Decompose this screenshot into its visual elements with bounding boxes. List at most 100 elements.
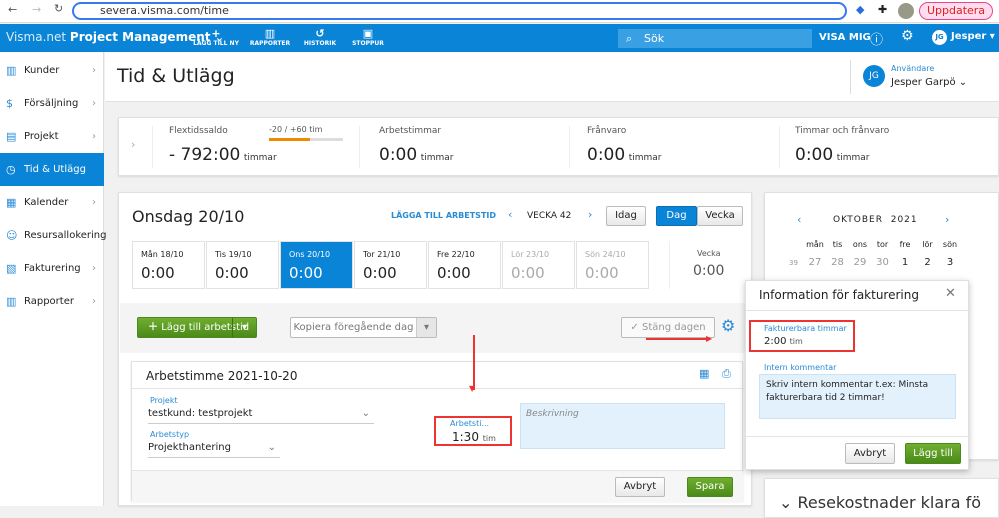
customers-icon: ▥ [6, 64, 17, 77]
day-tile[interactable]: Tis 19/10 0:00 [206, 241, 279, 289]
weekday-label: fre [899, 240, 911, 249]
add-worktime-button[interactable]: ＋ Lägg till arbetstid ▾ [137, 317, 257, 338]
expenses-title: ⌄ Resekostnader klara fö [779, 493, 982, 512]
work-label: Arbetstimmar [379, 126, 442, 136]
day-label: Lör 23/10 [511, 250, 550, 259]
resource-icon: ☺ [6, 229, 18, 242]
day-title: Onsdag 20/10 [132, 207, 245, 226]
sidebar-item-kunder[interactable]: ▥ Kunder › [0, 54, 104, 87]
calendar-day[interactable]: 29 [850, 257, 870, 268]
prev-week-icon[interactable]: ‹ [508, 208, 512, 221]
clock-icon: ◷ [6, 163, 16, 176]
description-input[interactable]: Beskrivning [520, 403, 725, 449]
next-week-icon[interactable]: › [588, 208, 592, 221]
entry-title: Arbetstimme 2021-10-20 [146, 369, 298, 383]
sidebar-item-kalender[interactable]: ▦ Kalender › [0, 186, 104, 219]
invoice-info-icon[interactable]: ⎙ [722, 367, 731, 381]
settings-gear-icon[interactable]: ⚙ [721, 316, 735, 335]
flex-value: - 792:00 [169, 145, 241, 165]
worktype-select[interactable]: Projekthantering ⌄ [148, 442, 280, 458]
show-me-button[interactable]: VISA MIG [819, 32, 871, 43]
calendar-day[interactable]: 1 [895, 257, 915, 268]
reload-icon[interactable]: ↻ [54, 2, 63, 15]
calendar-day[interactable]: 27 [805, 257, 825, 268]
shield-icon[interactable]: ◆ [856, 3, 864, 16]
day-value: 0:00 [363, 264, 397, 282]
add-new-button[interactable]: + LÄGG TILL NY [186, 28, 246, 48]
save-button[interactable]: Spara [687, 477, 733, 497]
sidebar-item-fakturering[interactable]: ▧ Fakturering › [0, 252, 104, 285]
cancel-button[interactable]: Avbryt [615, 477, 665, 497]
close-icon[interactable]: ✕ [945, 286, 956, 301]
billable-hours-input[interactable]: Fakturerbara timmar 2:00 tim [749, 320, 855, 352]
project-icon: ▤ [6, 130, 17, 143]
dropdown-icon[interactable]: ▾ [416, 318, 436, 337]
billing-info-popup: Information för fakturering ✕ Fakturerba… [745, 280, 970, 470]
prev-month-icon[interactable]: ‹ [797, 213, 801, 226]
user-menu[interactable]: Jesper ▾ [951, 31, 995, 42]
dropdown-icon[interactable]: ▾ [232, 318, 256, 337]
next-month-icon[interactable]: › [945, 213, 949, 226]
week-total-value: 0:00 [693, 263, 725, 279]
week-label: VECKA 42 [527, 211, 572, 221]
calendar-day[interactable]: 2 [918, 257, 938, 268]
avatar[interactable]: JG [932, 30, 947, 45]
address-bar[interactable]: severa.visma.com/time [72, 2, 847, 20]
user-selector[interactable]: Jesper Garpö ⌄ [891, 77, 967, 88]
search-icon: ⌕ [626, 32, 633, 45]
sidebar-item-forsaljning[interactable]: $ Försäljning › [0, 87, 104, 120]
copy-previous-day-button[interactable]: Kopiera föregående dag ▾ [290, 317, 437, 338]
sidebar-item-tid-utlagg[interactable]: ◷ Tid & Utlägg [0, 153, 104, 186]
flex-progress [269, 138, 343, 141]
help-icon[interactable]: ⓘ [870, 29, 883, 48]
tab-week[interactable]: Vecka [697, 206, 743, 226]
search-input[interactable]: ⌕ Sök [618, 29, 812, 48]
gear-icon[interactable]: ⚙ [901, 28, 914, 44]
week-number: 39 [789, 259, 798, 267]
calendar-day[interactable]: 28 [828, 257, 848, 268]
extensions-icon[interactable]: ✚ [878, 3, 887, 16]
day-tile[interactable]: Tor 21/10 0:00 [354, 241, 427, 289]
absence-label: Frånvaro [587, 126, 627, 136]
calendar-day[interactable]: 30 [873, 257, 893, 268]
red-arrow [473, 335, 475, 390]
day-value: 0:00 [215, 264, 249, 282]
project-select[interactable]: testkund: testprojekt ⌄ [148, 408, 374, 424]
stopwatch-button[interactable]: ▣ STOPPUR [338, 28, 398, 48]
day-tile[interactable]: Lör 23/10 0:00 [502, 241, 575, 289]
day-tile[interactable]: Ons 20/10 0:00 [280, 241, 353, 289]
total-label: Timmar och frånvaro [795, 126, 890, 136]
tab-day[interactable]: Dag [656, 206, 697, 226]
day-label: Tis 19/10 [215, 250, 252, 259]
sidebar-item-resursallokering[interactable]: ☺ Resursallokering [0, 219, 107, 252]
day-tile[interactable]: Mån 18/10 0:00 [132, 241, 205, 289]
flex-range: -20 / +60 tim [269, 125, 323, 134]
total-value: 0:00 [795, 145, 834, 165]
app-bar: Visma.net Project Management ⌄ + LÄGG TIL… [0, 24, 999, 52]
day-tile[interactable]: Fre 22/10 0:00 [428, 241, 501, 289]
calendar-day[interactable]: 3 [940, 257, 960, 268]
sidebar-item-rapporter[interactable]: ▥ Rapporter › [0, 285, 104, 318]
close-day-button[interactable]: ✓ Stäng dagen [621, 317, 715, 338]
today-button[interactable]: Idag [606, 206, 646, 226]
day-tile[interactable]: Sön 24/10 0:00 [576, 241, 649, 289]
sidebar: ▥ Kunder › $ Försäljning › ▤ Projekt › ◷ Tid & … [0, 52, 107, 506]
add-worktime-link[interactable]: LÄGGA TILL ARBETSTID [391, 211, 496, 220]
user-avatar: JG [863, 65, 885, 87]
popup-cancel-button[interactable]: Avbryt [845, 443, 895, 464]
comment-input[interactable]: Skriv intern kommentar t.ex: Minsta fakt… [759, 374, 956, 419]
red-arrow [646, 338, 708, 340]
hours-input[interactable]: Arbetsti... 1:30 tim [434, 416, 512, 446]
forward-icon[interactable]: → [32, 3, 41, 16]
popup-add-button[interactable]: Lägg till [905, 443, 961, 464]
expenses-card: ⌄ Resekostnader klara fö [764, 478, 999, 518]
update-button[interactable]: Uppdatera [919, 2, 993, 20]
day-label: Tor 21/10 [363, 250, 401, 259]
back-icon[interactable]: ← [8, 3, 17, 16]
profile-avatar[interactable] [898, 3, 914, 19]
expand-icon[interactable]: › [131, 138, 135, 151]
popup-title: Information för fakturering [759, 288, 919, 302]
weekday-label: sön [942, 240, 958, 249]
calendar-icon[interactable]: ▦ [699, 367, 709, 380]
sidebar-item-projekt[interactable]: ▤ Projekt › [0, 120, 104, 153]
